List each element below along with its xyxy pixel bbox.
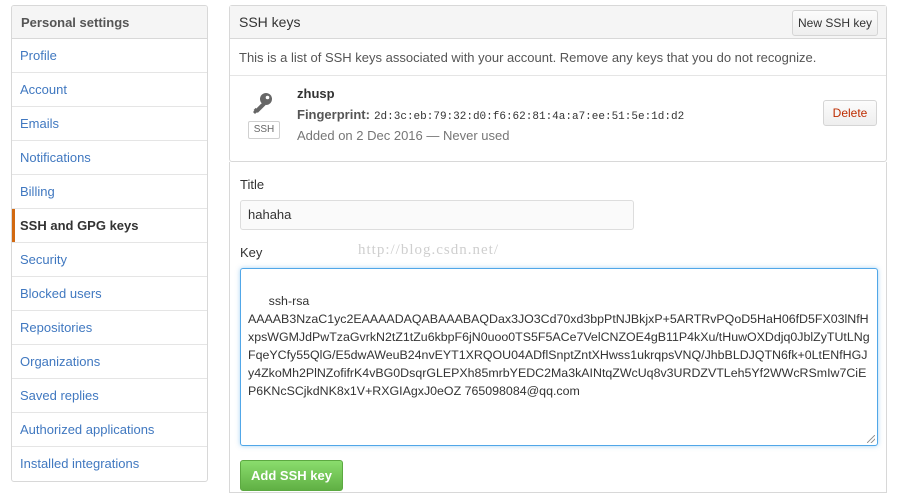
ssh-keys-header: SSH keys New SSH key	[230, 6, 886, 39]
ssh-type-badge: SSH	[248, 121, 280, 139]
sidebar-header: Personal settings	[12, 6, 207, 39]
sidebar-item-ssh-and-gpg-keys[interactable]: SSH and GPG keys	[12, 209, 207, 243]
ssh-key-name: zhusp	[297, 86, 335, 101]
key-label: Key	[240, 245, 263, 260]
resize-grip-icon[interactable]	[867, 435, 875, 443]
sidebar-item-billing[interactable]: Billing	[12, 175, 207, 209]
key-icon	[253, 93, 272, 114]
settings-sidebar: Personal settings Profile Account Emails No…	[11, 5, 208, 482]
new-ssh-key-button[interactable]: New SSH key	[792, 10, 878, 36]
sidebar-item-profile[interactable]: Profile	[12, 39, 207, 73]
sidebar-item-authorized-applications[interactable]: Authorized applications	[12, 413, 207, 447]
key-textarea-value: ssh-rsa AAAAB3NzaC1yc2EAAAADAQABAAABAQDa…	[248, 294, 870, 398]
ssh-keys-title: SSH keys	[239, 14, 301, 30]
ssh-key-fingerprint: Fingerprint: 2d:3c:eb:79:32:d0:f6:62:81:4…	[297, 107, 684, 123]
sidebar-item-account[interactable]: Account	[12, 73, 207, 107]
sidebar-item-emails[interactable]: Emails	[12, 107, 207, 141]
ssh-key-row: SSH zhusp Fingerprint: 2d:3c:eb:79:32:d0:…	[230, 76, 886, 161]
add-ssh-key-button[interactable]: Add SSH key	[240, 460, 343, 491]
delete-key-button[interactable]: Delete	[823, 100, 877, 126]
title-label: Title	[240, 177, 265, 192]
sidebar-item-security[interactable]: Security	[12, 243, 207, 277]
sidebar-item-blocked-users[interactable]: Blocked users	[12, 277, 207, 311]
sidebar-item-organizations[interactable]: Organizations	[12, 345, 207, 379]
watermark-text: http://blog.csdn.net/	[358, 242, 499, 258]
sidebar-item-installed-integrations[interactable]: Installed integrations	[12, 447, 207, 481]
add-key-form: Title hahaha Key ssh-rsa AAAAB3NzaC1yc2E…	[229, 162, 887, 493]
ssh-keys-box: SSH keys New SSH key This is a list of S…	[229, 5, 887, 162]
ssh-keys-description: This is a list of SSH keys associated wi…	[230, 39, 886, 76]
title-input[interactable]: hahaha	[240, 200, 634, 230]
sidebar-item-saved-replies[interactable]: Saved replies	[12, 379, 207, 413]
main-content: SSH keys New SSH key This is a list of S…	[229, 5, 887, 493]
sidebar-item-notifications[interactable]: Notifications	[12, 141, 207, 175]
fingerprint-value: 2d:3c:eb:79:32:d0:f6:62:81:4a:a7:ee:51:5…	[373, 111, 685, 123]
key-textarea[interactable]: ssh-rsa AAAAB3NzaC1yc2EAAAADAQABAAABAQDa…	[240, 268, 878, 446]
ssh-key-added-date: Added on 2 Dec 2016 — Never used	[297, 128, 510, 143]
fingerprint-label: Fingerprint:	[297, 107, 370, 122]
sidebar-item-repositories[interactable]: Repositories	[12, 311, 207, 345]
